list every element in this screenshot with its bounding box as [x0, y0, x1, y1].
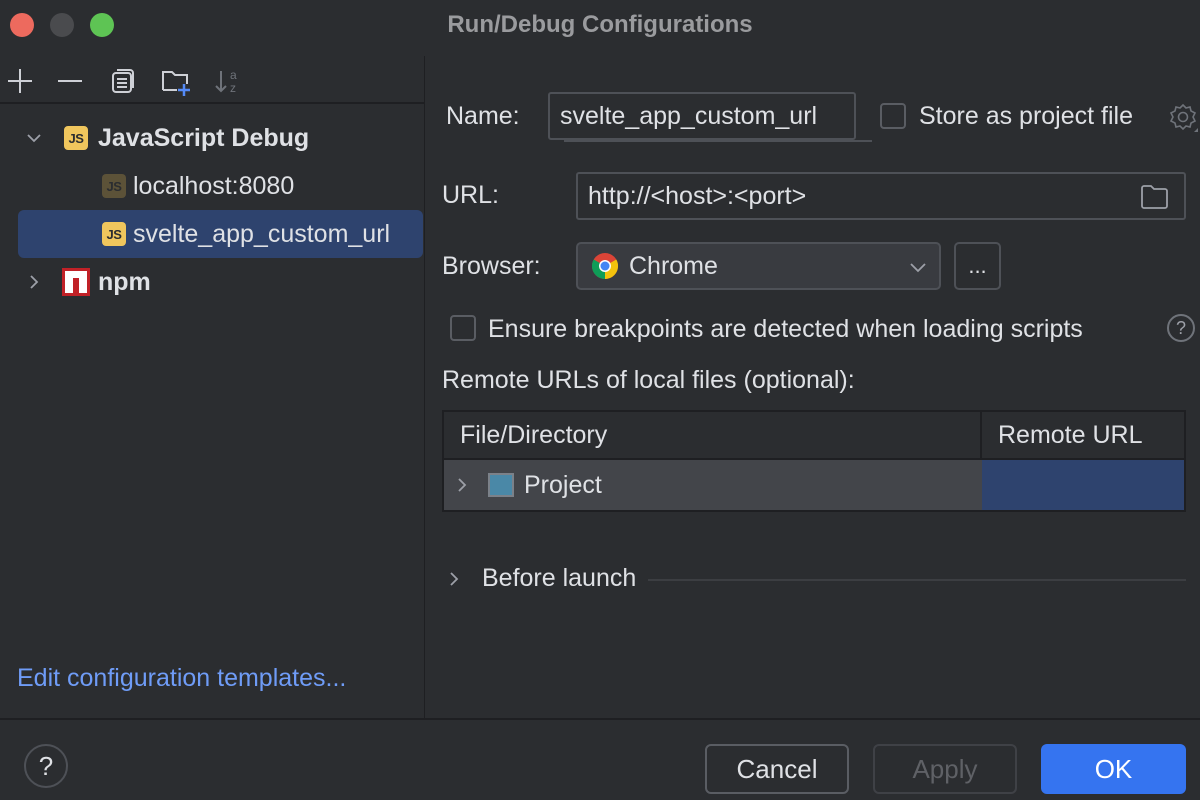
name-field[interactable]: svelte_app_custom_url: [548, 92, 856, 140]
name-field-underline: [564, 140, 872, 142]
settings-button[interactable]: [1168, 102, 1198, 137]
svg-text:z: z: [230, 81, 236, 95]
browser-label: Browser:: [442, 252, 541, 280]
tree-item-label: localhost:8080: [133, 171, 295, 200]
more-label: ...: [968, 253, 987, 278]
chrome-icon: [591, 253, 619, 280]
browse-folder-button[interactable]: [1140, 184, 1170, 217]
url-field[interactable]: http://<host>:<port>: [576, 172, 1186, 220]
apply-button[interactable]: Apply: [873, 744, 1017, 794]
remove-icon: [58, 80, 82, 82]
configurations-tree: JS JavaScript Debug JS localhost:8080 JS…: [0, 114, 425, 306]
tree-group-npm[interactable]: npm: [0, 258, 425, 306]
cancel-button[interactable]: Cancel: [705, 744, 849, 794]
column-header-file-directory[interactable]: File/Directory: [444, 412, 982, 460]
tree-group-label: JavaScript Debug: [98, 123, 310, 152]
ok-button[interactable]: OK: [1041, 744, 1186, 794]
npm-icon: [62, 268, 90, 296]
chevron-down-icon: [910, 263, 926, 273]
name-label: Name:: [446, 102, 520, 130]
remove-configuration-button[interactable]: [53, 64, 87, 98]
javascript-icon: JS: [64, 126, 88, 150]
before-launch-section[interactable]: Before launch: [446, 564, 1186, 593]
help-button[interactable]: ?: [24, 744, 68, 788]
name-field-value: svelte_app_custom_url: [560, 101, 818, 130]
title-bar: Run/Debug Configurations: [0, 0, 1200, 56]
copy-configuration-button[interactable]: [106, 64, 140, 98]
tree-group-label: npm: [98, 267, 151, 296]
remote-urls-label: Remote URLs of local files (optional):: [442, 366, 855, 394]
browser-settings-button[interactable]: ...: [954, 242, 1001, 290]
remote-urls-table: File/Directory Remote URL Project: [442, 410, 1186, 512]
tree-item-localhost-8080[interactable]: JS localhost:8080: [0, 162, 425, 210]
store-as-project-file-checkbox[interactable]: [880, 103, 906, 129]
gear-icon: [1169, 103, 1198, 132]
project-module-icon: [488, 473, 514, 497]
chevron-down-icon[interactable]: [24, 128, 44, 148]
configuration-editor: Name: svelte_app_custom_url Store as pro…: [426, 56, 1200, 718]
tree-group-javascript-debug[interactable]: JS JavaScript Debug: [0, 114, 425, 162]
copy-icon: [112, 69, 134, 93]
sidebar-toolbar: a z: [0, 56, 425, 104]
window-title: Run/Debug Configurations: [447, 11, 753, 38]
chevron-right-icon: [450, 571, 459, 586]
remote-url-cell[interactable]: [982, 460, 1184, 510]
file-directory-cell[interactable]: Project: [444, 460, 982, 510]
new-folder-icon: [162, 71, 190, 96]
javascript-icon: JS: [102, 222, 126, 246]
edit-configuration-templates-link[interactable]: Edit configuration templates...: [17, 664, 346, 693]
url-field-value: http://<host>:<port>: [588, 181, 807, 210]
chevron-right-icon[interactable]: [24, 272, 44, 292]
url-label: URL:: [442, 181, 499, 209]
folder-icon: [1141, 185, 1168, 209]
configurations-sidebar: a z JS JavaScript Debug JS localhost:808…: [0, 56, 425, 718]
browser-dropdown-value: Chrome: [629, 251, 718, 280]
ensure-breakpoints-checkbox[interactable]: [450, 315, 476, 341]
tree-item-label: svelte_app_custom_url: [133, 219, 391, 248]
sort-button[interactable]: a z: [211, 64, 245, 98]
browser-dropdown[interactable]: Chrome: [576, 242, 941, 290]
new-folder-button[interactable]: [159, 64, 193, 98]
section-divider: [648, 578, 1186, 581]
sort-alphabetically-icon: a z: [215, 68, 237, 95]
ensure-breakpoints-label[interactable]: Ensure breakpoints are detected when loa…: [488, 315, 1083, 344]
file-directory-value: Project: [524, 470, 602, 499]
svg-text:a: a: [230, 68, 237, 82]
table-row[interactable]: Project: [444, 460, 1184, 510]
before-launch-label: Before launch: [482, 564, 637, 592]
chevron-right-icon[interactable]: [454, 476, 470, 494]
javascript-icon: JS: [102, 174, 126, 198]
help-icon[interactable]: ?: [1167, 314, 1195, 342]
add-configuration-button[interactable]: [3, 64, 37, 98]
tree-item-svelte-app-custom-url[interactable]: JS svelte_app_custom_url: [18, 210, 423, 258]
add-icon: [8, 69, 32, 93]
dialog-footer: ? Cancel Apply OK: [0, 718, 1200, 800]
column-header-remote-url[interactable]: Remote URL: [982, 412, 1184, 460]
store-as-project-file-label[interactable]: Store as project file: [919, 102, 1133, 131]
